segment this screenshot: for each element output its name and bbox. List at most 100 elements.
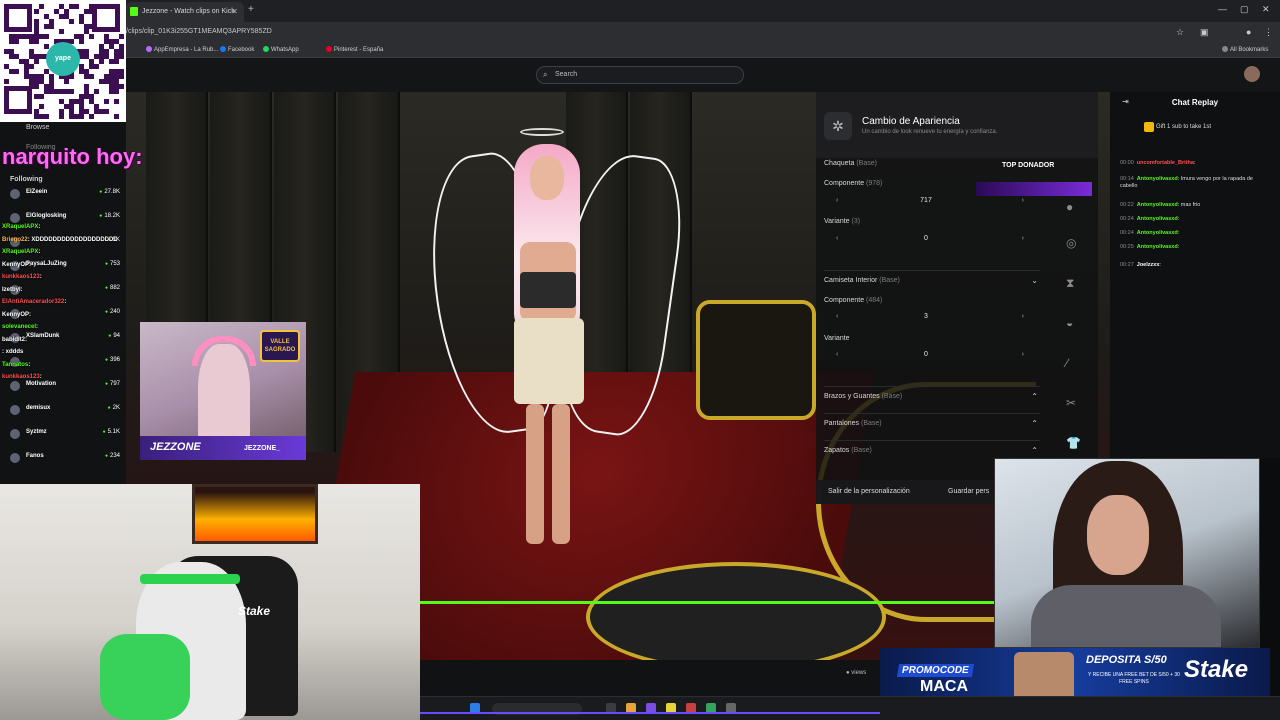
streamer-banner: JEZZONE JEZZONE_ bbox=[140, 436, 306, 460]
channel-name: ElZeein bbox=[26, 189, 48, 195]
qr-finder bbox=[4, 86, 32, 114]
pinterest-icon bbox=[326, 46, 332, 52]
bookmark-item[interactable]: Facebook bbox=[220, 46, 254, 53]
panel-subtitle: Un cambio de look renueve tu energía y c… bbox=[862, 129, 998, 135]
viewer-count: 797 bbox=[105, 381, 120, 387]
following-header: Following bbox=[10, 176, 43, 183]
variante-stepper[interactable]: ‹ 0 › bbox=[824, 350, 1028, 364]
channel-name: ElGloglosking bbox=[26, 213, 67, 219]
shoe-icon[interactable]: ◒ bbox=[1066, 316, 1073, 330]
tab-title: Jezzone - Watch clips on Kick bbox=[142, 8, 235, 15]
url-field[interactable]: /clips/clip_01K3i255GT1MEAMQ3APRY585ZD bbox=[126, 28, 272, 35]
save-button[interactable]: Guardar pers bbox=[948, 488, 989, 495]
qr-module bbox=[119, 84, 124, 89]
video-info-bar: ● views bbox=[420, 660, 880, 696]
componente-label: Componente (484) bbox=[824, 297, 883, 304]
browser-tab[interactable]: Jezzone - Watch clips on Kick ✕ bbox=[126, 2, 244, 22]
exit-customization-button[interactable]: Salir de la personalización bbox=[828, 488, 910, 495]
qr-module bbox=[114, 114, 119, 119]
promo-label: PROMOCODE bbox=[896, 664, 974, 677]
overlay-chat-line: KennyOP: bbox=[2, 261, 32, 268]
qr-module bbox=[114, 89, 119, 94]
qr-module bbox=[39, 94, 44, 99]
new-tab-icon[interactable]: + bbox=[248, 4, 254, 15]
qr-module bbox=[89, 114, 94, 119]
browse-link[interactable]: Browse bbox=[26, 124, 49, 131]
hourglass-icon[interactable]: ⧗ bbox=[1066, 276, 1074, 291]
character-face bbox=[530, 156, 564, 200]
panel-title: Cambio de Apariencia bbox=[862, 116, 960, 127]
overlay-headline: narquito hoy: bbox=[2, 144, 143, 169]
channel-avatar bbox=[10, 429, 20, 439]
extensions-icon[interactable]: ▣ bbox=[1200, 27, 1209, 38]
yape-qr-code: yape bbox=[0, 0, 126, 122]
componente-stepper[interactable]: ‹ 717 › bbox=[824, 196, 1028, 210]
user-avatar[interactable] bbox=[1244, 66, 1260, 82]
channel-item[interactable]: demisux 2K bbox=[6, 404, 122, 417]
qr-module bbox=[59, 29, 64, 34]
qr-module bbox=[119, 74, 124, 79]
maximize-icon[interactable]: ▢ bbox=[1240, 4, 1249, 15]
qr-module bbox=[14, 69, 19, 74]
qr-module bbox=[29, 64, 34, 69]
gift-sub-banner[interactable]: Gift 1 sub to take 1st bbox=[1144, 122, 1211, 132]
overlay-chat-line: XRaquelAPX: bbox=[2, 249, 41, 255]
appearance-icon: ✲ bbox=[824, 112, 852, 140]
appearance-panel: ✲ Cambio de Apariencia Un cambio de look… bbox=[816, 92, 1098, 504]
componente-stepper[interactable]: ‹ 3 › bbox=[824, 312, 1028, 326]
video-progress-bar[interactable] bbox=[420, 601, 996, 604]
minimize-icon[interactable]: — bbox=[1218, 4, 1227, 14]
channel-item[interactable]: Fanos 234 bbox=[6, 452, 122, 465]
close-window-icon[interactable]: ✕ bbox=[1262, 4, 1270, 15]
chevron-right-icon[interactable]: › bbox=[1022, 235, 1024, 242]
overlay-chat-line: : xddds bbox=[2, 349, 24, 355]
chevron-down-icon: ⌄ bbox=[1031, 276, 1038, 285]
bookmark-item[interactable]: Pinterest - España bbox=[326, 46, 383, 53]
character-leg bbox=[526, 404, 544, 544]
bookmark-item[interactable]: WhatsApp bbox=[263, 46, 299, 53]
scissors-icon[interactable]: ✂ bbox=[1066, 396, 1076, 410]
kick-favicon-icon bbox=[130, 7, 138, 16]
chevron-right-icon[interactable]: › bbox=[1022, 313, 1024, 320]
brazos-section[interactable]: Brazos y Guantes (Base) ⌃ bbox=[824, 386, 1040, 401]
bookmark-item[interactable]: AppEmpresa - La Rub... bbox=[146, 46, 218, 53]
search-input[interactable]: ⌕ Search bbox=[536, 66, 744, 84]
chevron-up-icon: ⌃ bbox=[1031, 392, 1038, 401]
views-label: ● views bbox=[846, 670, 867, 676]
chevron-right-icon[interactable]: › bbox=[1022, 197, 1024, 204]
channel-item[interactable]: ElZeein 27.8K bbox=[6, 188, 122, 201]
chat-message: 00:24 Antonyolivasxd: bbox=[1120, 230, 1180, 236]
viewer-count: 27.8K bbox=[99, 189, 120, 195]
qr-module bbox=[69, 74, 74, 79]
all-bookmarks[interactable]: All Bookmarks bbox=[1222, 46, 1268, 53]
brush-icon[interactable]: ∕ bbox=[1066, 356, 1068, 370]
profile-icon[interactable]: ● bbox=[1246, 27, 1251, 37]
viewer-count: 753 bbox=[105, 261, 120, 267]
qr-module bbox=[14, 39, 19, 44]
pantalones-section[interactable]: Pantalones (Base) ⌃ bbox=[824, 413, 1040, 428]
channel-item[interactable]: Syztmz 5.1K bbox=[6, 428, 122, 441]
bookmark-star-icon[interactable]: ☆ bbox=[1176, 27, 1184, 38]
viewer-count: 18.2K bbox=[99, 213, 120, 219]
deposit-text: DEPOSITA S/50 bbox=[1086, 654, 1167, 666]
folder-icon bbox=[1222, 46, 1228, 52]
camiseta-section[interactable]: Camiseta Interior (Base) ⌄ bbox=[824, 270, 1040, 285]
chat-message: 00:27 Joelzzxx: bbox=[1120, 262, 1161, 268]
qr-module bbox=[94, 64, 99, 69]
glasses-icon[interactable]: ◎ bbox=[1066, 236, 1076, 250]
channel-item[interactable]: Motivation 797 bbox=[6, 380, 122, 393]
qr-module bbox=[34, 84, 39, 89]
zapatos-section[interactable]: Zapatos (Base) ⌃ bbox=[824, 440, 1040, 455]
viewer-count: 94 bbox=[108, 333, 120, 339]
menu-dots-icon[interactable]: ⋮ bbox=[1264, 27, 1273, 38]
overlay-chat-line: KennyOP: bbox=[2, 311, 32, 318]
qr-module bbox=[119, 54, 124, 59]
cap-icon[interactable]: ● bbox=[1066, 200, 1073, 214]
close-tab-icon[interactable]: ✕ bbox=[231, 7, 238, 16]
chat-title: Chat Replay bbox=[1171, 98, 1219, 107]
shirt-icon[interactable]: 👕 bbox=[1066, 436, 1081, 450]
chevron-right-icon[interactable]: › bbox=[1022, 351, 1024, 358]
qr-module bbox=[69, 89, 74, 94]
channel-item[interactable]: 882 bbox=[6, 284, 122, 297]
variante-stepper[interactable]: ‹ 0 › bbox=[824, 234, 1028, 248]
